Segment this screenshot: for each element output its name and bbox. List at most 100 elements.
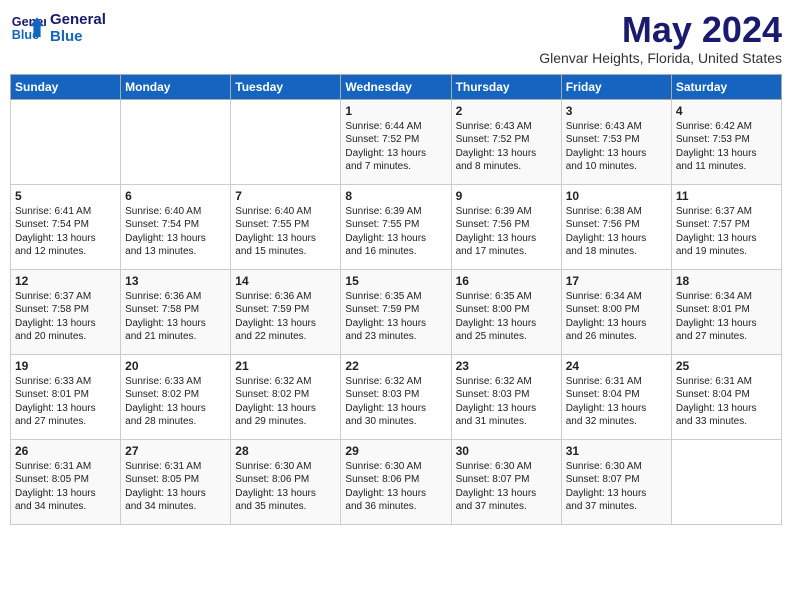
day-detail: Sunrise: 6:31 AM Sunset: 8:04 PM Dayligh… (566, 375, 667, 429)
day-detail: Sunrise: 6:38 AM Sunset: 7:56 PM Dayligh… (566, 205, 667, 259)
day-detail: Sunrise: 6:33 AM Sunset: 8:01 PM Dayligh… (15, 375, 116, 429)
day-number: 28 (235, 444, 336, 458)
day-detail: Sunrise: 6:41 AM Sunset: 7:54 PM Dayligh… (15, 205, 116, 259)
day-detail: Sunrise: 6:43 AM Sunset: 7:52 PM Dayligh… (456, 120, 557, 174)
day-detail: Sunrise: 6:40 AM Sunset: 7:55 PM Dayligh… (235, 205, 336, 259)
calendar-cell: 18 Sunrise: 6:34 AM Sunset: 8:01 PM Dayli… (671, 269, 781, 354)
day-number: 9 (456, 189, 557, 203)
calendar-cell: 14 Sunrise: 6:36 AM Sunset: 7:59 PM Dayli… (231, 269, 341, 354)
calendar-cell: 13Sunrise: 6:36 AM Sunset: 7:58 PM Dayli… (121, 269, 231, 354)
calendar-cell: 28Sunrise: 6:30 AM Sunset: 8:06 PM Dayli… (231, 439, 341, 524)
day-number: 25 (676, 359, 777, 373)
calendar-week-5: 26 Sunrise: 6:31 AM Sunset: 8:05 PM Dayli… (11, 439, 782, 524)
day-number: 14 (235, 274, 336, 288)
day-header-thursday: Thursday (451, 74, 561, 99)
day-detail: Sunrise: 6:30 AM Sunset: 8:07 PM Dayligh… (566, 460, 667, 514)
calendar-cell: 3 Sunrise: 6:43 AM Sunset: 7:53 PM Daylig… (561, 99, 671, 184)
logo-icon: General Blue (10, 10, 46, 46)
day-number: 13 (125, 274, 226, 288)
day-number: 12 (15, 274, 116, 288)
day-number: 23 (456, 359, 557, 373)
calendar-cell: 10 Sunrise: 6:38 AM Sunset: 7:56 PM Dayli… (561, 184, 671, 269)
day-detail: Sunrise: 6:33 AM Sunset: 8:02 PM Dayligh… (125, 375, 226, 429)
calendar-cell: 17Sunrise: 6:34 AM Sunset: 8:00 PM Dayli… (561, 269, 671, 354)
month-title: May 2024 (539, 10, 782, 50)
day-detail: Sunrise: 6:32 AM Sunset: 8:02 PM Dayligh… (235, 375, 336, 429)
calendar-cell: 25 Sunrise: 6:31 AM Sunset: 8:04 PM Dayli… (671, 354, 781, 439)
day-detail: Sunrise: 6:42 AM Sunset: 7:53 PM Dayligh… (676, 120, 777, 174)
calendar-cell: 4 Sunrise: 6:42 AM Sunset: 7:53 PM Daylig… (671, 99, 781, 184)
day-number: 7 (235, 189, 336, 203)
day-number: 16 (456, 274, 557, 288)
day-number: 20 (125, 359, 226, 373)
calendar-week-4: 19 Sunrise: 6:33 AM Sunset: 8:01 PM Dayli… (11, 354, 782, 439)
day-detail: Sunrise: 6:39 AM Sunset: 7:55 PM Dayligh… (345, 205, 446, 259)
day-number: 10 (566, 189, 667, 203)
day-number: 18 (676, 274, 777, 288)
day-number: 27 (125, 444, 226, 458)
day-detail: Sunrise: 6:30 AM Sunset: 8:06 PM Dayligh… (345, 460, 446, 514)
calendar-cell: 31 Sunrise: 6:30 AM Sunset: 8:07 PM Dayli… (561, 439, 671, 524)
day-detail: Sunrise: 6:32 AM Sunset: 8:03 PM Dayligh… (456, 375, 557, 429)
day-number: 30 (456, 444, 557, 458)
day-number: 17 (566, 274, 667, 288)
page-header: General Blue General Blue May 2024 Glenv… (10, 10, 782, 66)
day-header-wednesday: Wednesday (341, 74, 451, 99)
day-number: 31 (566, 444, 667, 458)
calendar-cell: 24 Sunrise: 6:31 AM Sunset: 8:04 PM Dayli… (561, 354, 671, 439)
calendar-cell: 12 Sunrise: 6:37 AM Sunset: 7:58 PM Dayli… (11, 269, 121, 354)
calendar-cell: 11Sunrise: 6:37 AM Sunset: 7:57 PM Dayli… (671, 184, 781, 269)
day-detail: Sunrise: 6:35 AM Sunset: 8:00 PM Dayligh… (456, 290, 557, 344)
calendar-cell: 30Sunrise: 6:30 AM Sunset: 8:07 PM Dayli… (451, 439, 561, 524)
day-detail: Sunrise: 6:34 AM Sunset: 8:01 PM Dayligh… (676, 290, 777, 344)
calendar-week-1: 1Sunrise: 6:44 AM Sunset: 7:52 PM Daylig… (11, 99, 782, 184)
day-header-saturday: Saturday (671, 74, 781, 99)
calendar-cell: 15 Sunrise: 6:35 AM Sunset: 7:59 PM Dayli… (341, 269, 451, 354)
calendar-cell: 19 Sunrise: 6:33 AM Sunset: 8:01 PM Dayli… (11, 354, 121, 439)
day-detail: Sunrise: 6:37 AM Sunset: 7:57 PM Dayligh… (676, 205, 777, 259)
calendar-cell: 23 Sunrise: 6:32 AM Sunset: 8:03 PM Dayli… (451, 354, 561, 439)
day-detail: Sunrise: 6:35 AM Sunset: 7:59 PM Dayligh… (345, 290, 446, 344)
calendar-table: SundayMondayTuesdayWednesdayThursdayFrid… (10, 74, 782, 525)
calendar-cell (671, 439, 781, 524)
calendar-week-2: 5 Sunrise: 6:41 AM Sunset: 7:54 PM Daylig… (11, 184, 782, 269)
day-detail: Sunrise: 6:37 AM Sunset: 7:58 PM Dayligh… (15, 290, 116, 344)
calendar-cell: 21 Sunrise: 6:32 AM Sunset: 8:02 PM Dayli… (231, 354, 341, 439)
day-number: 22 (345, 359, 446, 373)
calendar-cell: 6Sunrise: 6:40 AM Sunset: 7:54 PM Daylig… (121, 184, 231, 269)
day-number: 4 (676, 104, 777, 118)
day-detail: Sunrise: 6:43 AM Sunset: 7:53 PM Dayligh… (566, 120, 667, 174)
calendar-cell: 9 Sunrise: 6:39 AM Sunset: 7:56 PM Daylig… (451, 184, 561, 269)
calendar-cell: 26 Sunrise: 6:31 AM Sunset: 8:05 PM Dayli… (11, 439, 121, 524)
day-number: 21 (235, 359, 336, 373)
calendar-cell (231, 99, 341, 184)
title-area: May 2024 Glenvar Heights, Florida, Unite… (539, 10, 782, 66)
calendar-cell: 22Sunrise: 6:32 AM Sunset: 8:03 PM Dayli… (341, 354, 451, 439)
day-detail: Sunrise: 6:39 AM Sunset: 7:56 PM Dayligh… (456, 205, 557, 259)
day-detail: Sunrise: 6:31 AM Sunset: 8:04 PM Dayligh… (676, 375, 777, 429)
day-number: 26 (15, 444, 116, 458)
calendar-cell: 1Sunrise: 6:44 AM Sunset: 7:52 PM Daylig… (341, 99, 451, 184)
calendar-cell: 16 Sunrise: 6:35 AM Sunset: 8:00 PM Dayli… (451, 269, 561, 354)
day-number: 3 (566, 104, 667, 118)
day-number: 8 (345, 189, 446, 203)
day-detail: Sunrise: 6:36 AM Sunset: 7:59 PM Dayligh… (235, 290, 336, 344)
day-detail: Sunrise: 6:44 AM Sunset: 7:52 PM Dayligh… (345, 120, 446, 174)
day-number: 29 (345, 444, 446, 458)
calendar-cell: 8 Sunrise: 6:39 AM Sunset: 7:55 PM Daylig… (341, 184, 451, 269)
logo-line2: Blue (50, 28, 106, 45)
logo: General Blue General Blue (10, 10, 106, 46)
calendar-cell (121, 99, 231, 184)
day-number: 19 (15, 359, 116, 373)
day-header-tuesday: Tuesday (231, 74, 341, 99)
location-title: Glenvar Heights, Florida, United States (539, 50, 782, 66)
calendar-cell: 5 Sunrise: 6:41 AM Sunset: 7:54 PM Daylig… (11, 184, 121, 269)
calendar-cell: 27Sunrise: 6:31 AM Sunset: 8:05 PM Dayli… (121, 439, 231, 524)
day-number: 24 (566, 359, 667, 373)
calendar-cell: 20 Sunrise: 6:33 AM Sunset: 8:02 PM Dayli… (121, 354, 231, 439)
calendar-cell: 7 Sunrise: 6:40 AM Sunset: 7:55 PM Daylig… (231, 184, 341, 269)
day-number: 5 (15, 189, 116, 203)
day-number: 15 (345, 274, 446, 288)
day-header-sunday: Sunday (11, 74, 121, 99)
day-detail: Sunrise: 6:31 AM Sunset: 8:05 PM Dayligh… (15, 460, 116, 514)
